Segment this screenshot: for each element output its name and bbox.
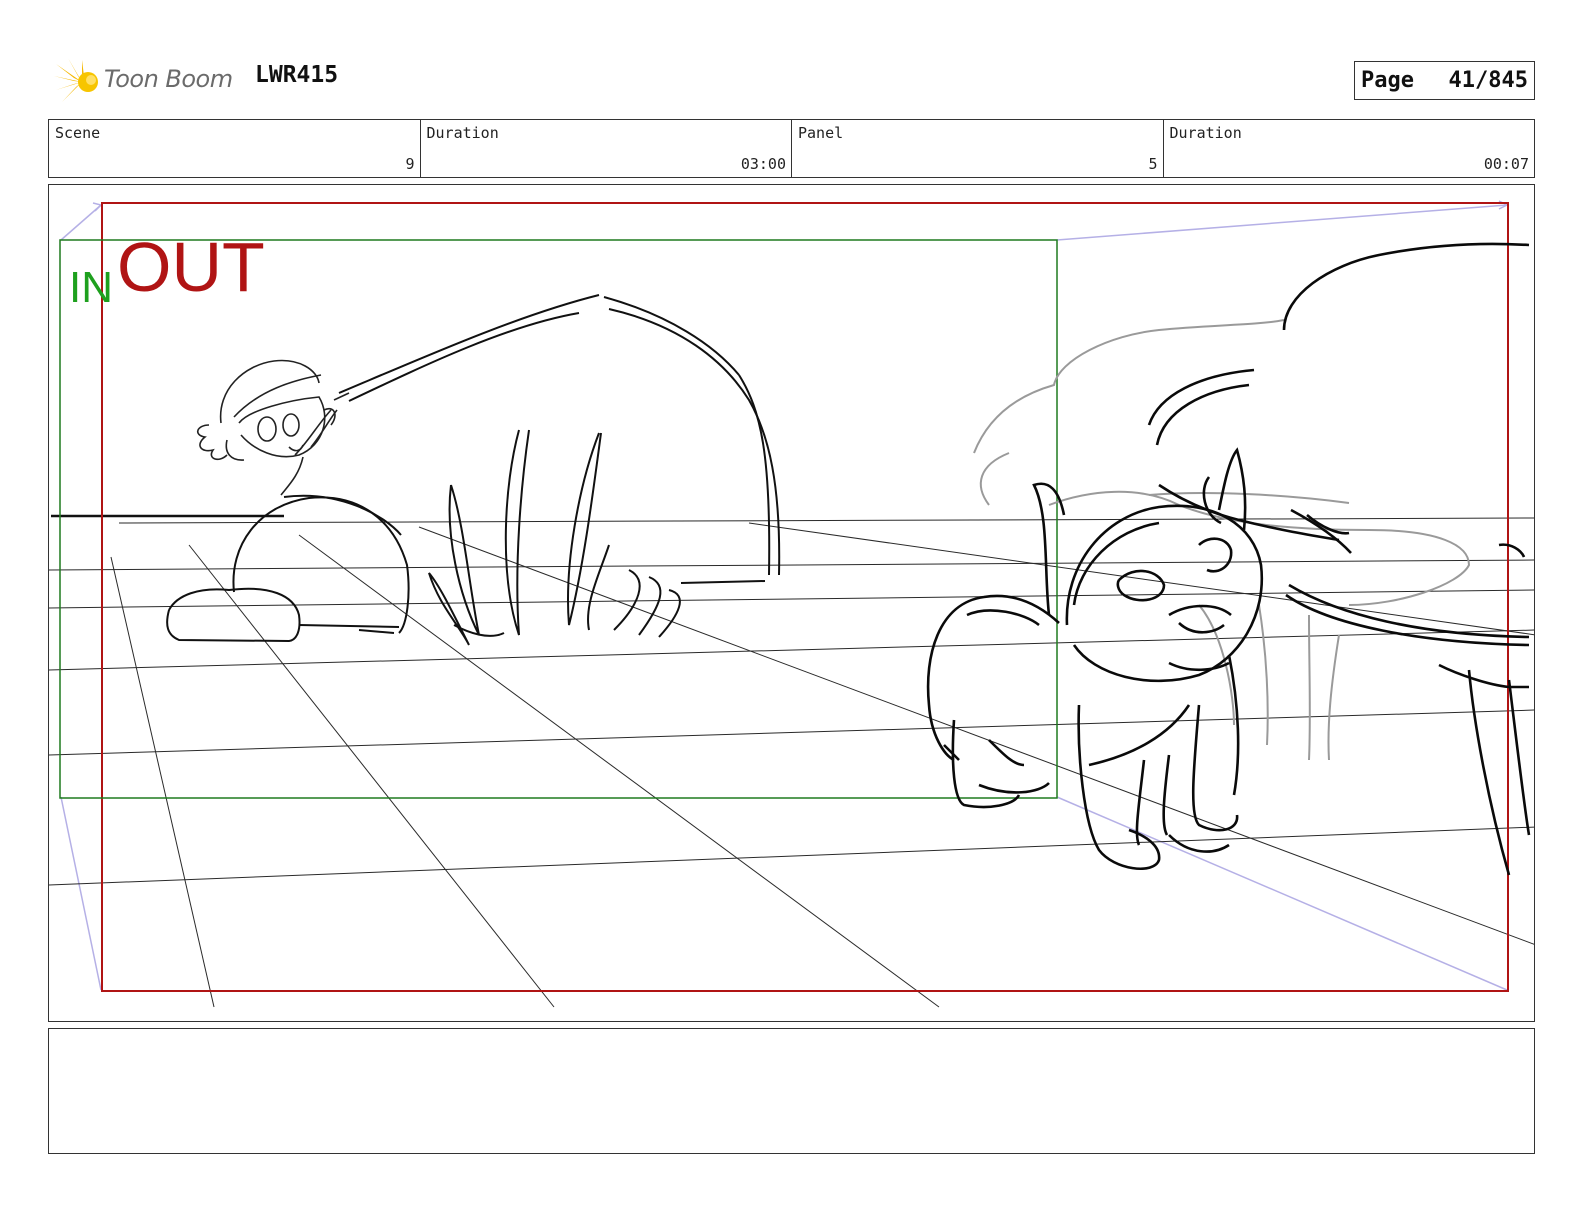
panel-label: Panel: [798, 124, 844, 142]
panel-cell: Panel 5: [791, 120, 1163, 177]
camera-move-lines: [60, 200, 1509, 991]
panel-value: 5: [1148, 155, 1158, 173]
scene-value: 9: [405, 155, 415, 173]
page-indicator: Page 41/845: [1354, 61, 1535, 100]
logo-text: Toon Boom: [104, 65, 233, 93]
panel-sketch: IN OUT: [49, 200, 1534, 1008]
page-label: Page: [1361, 68, 1414, 93]
bush-sketch: [338, 294, 781, 646]
panel-notes-box[interactable]: [48, 1028, 1535, 1154]
page-value: 41/845: [1448, 68, 1528, 93]
in-label: IN: [69, 263, 113, 312]
panel-duration-value: 00:07: [1483, 155, 1529, 173]
toon-boom-logo: Toon Boom: [52, 56, 242, 108]
production-code: LWR415: [255, 62, 339, 88]
out-frame: [101, 202, 1509, 992]
boy-character-sketch: [197, 359, 350, 496]
scene-duration-label: Duration: [426, 124, 499, 142]
out-label: OUT: [117, 228, 265, 306]
creature-sketch: [926, 242, 1531, 876]
panel-duration-label: Duration: [1169, 124, 1242, 142]
in-frame: [59, 239, 1058, 799]
scene-duration-cell: Duration 03:00: [419, 120, 792, 177]
starburst-icon: [54, 58, 98, 106]
panel-duration-cell: Duration 00:07: [1162, 120, 1535, 177]
storyboard-panel: IN OUT: [48, 184, 1535, 1022]
scene-label: Scene: [55, 124, 101, 142]
scene-duration-value: 03:00: [740, 155, 786, 173]
panel-info-row: Scene 9 Duration 03:00 Panel 5 Duration …: [48, 119, 1535, 178]
scene-cell: Scene 9: [49, 120, 420, 177]
